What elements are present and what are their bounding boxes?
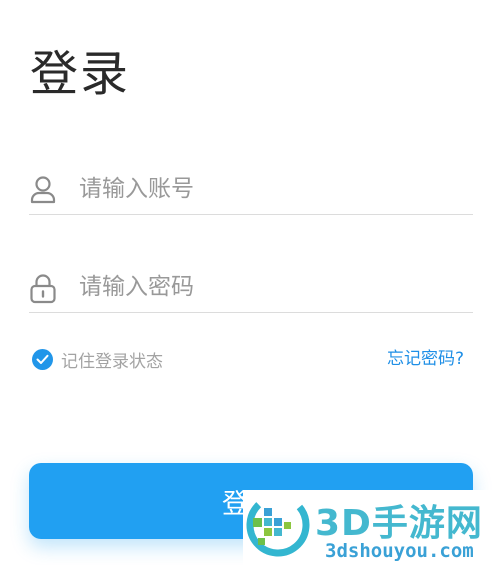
username-field [29, 166, 473, 215]
user-icon [29, 174, 57, 206]
lock-icon [29, 272, 57, 304]
username-input[interactable] [77, 168, 471, 210]
checkmark-icon[interactable] [32, 348, 53, 370]
watermark-logo-icon [245, 492, 311, 558]
forgot-password-link[interactable]: 忘记密码? [387, 347, 464, 371]
password-input[interactable] [77, 266, 471, 308]
page-title: 登录 [30, 46, 131, 102]
watermark-site: 3dshouyou.com [325, 540, 474, 562]
password-field [29, 264, 473, 313]
watermark: 3D手游网 3dshouyou.com [243, 490, 499, 565]
remember-login-checkbox[interactable]: 记住登录状态 [32, 347, 163, 372]
watermark-brand: 3D手游网 [315, 503, 483, 544]
remember-login-label: 记住登录状态 [61, 351, 163, 372]
